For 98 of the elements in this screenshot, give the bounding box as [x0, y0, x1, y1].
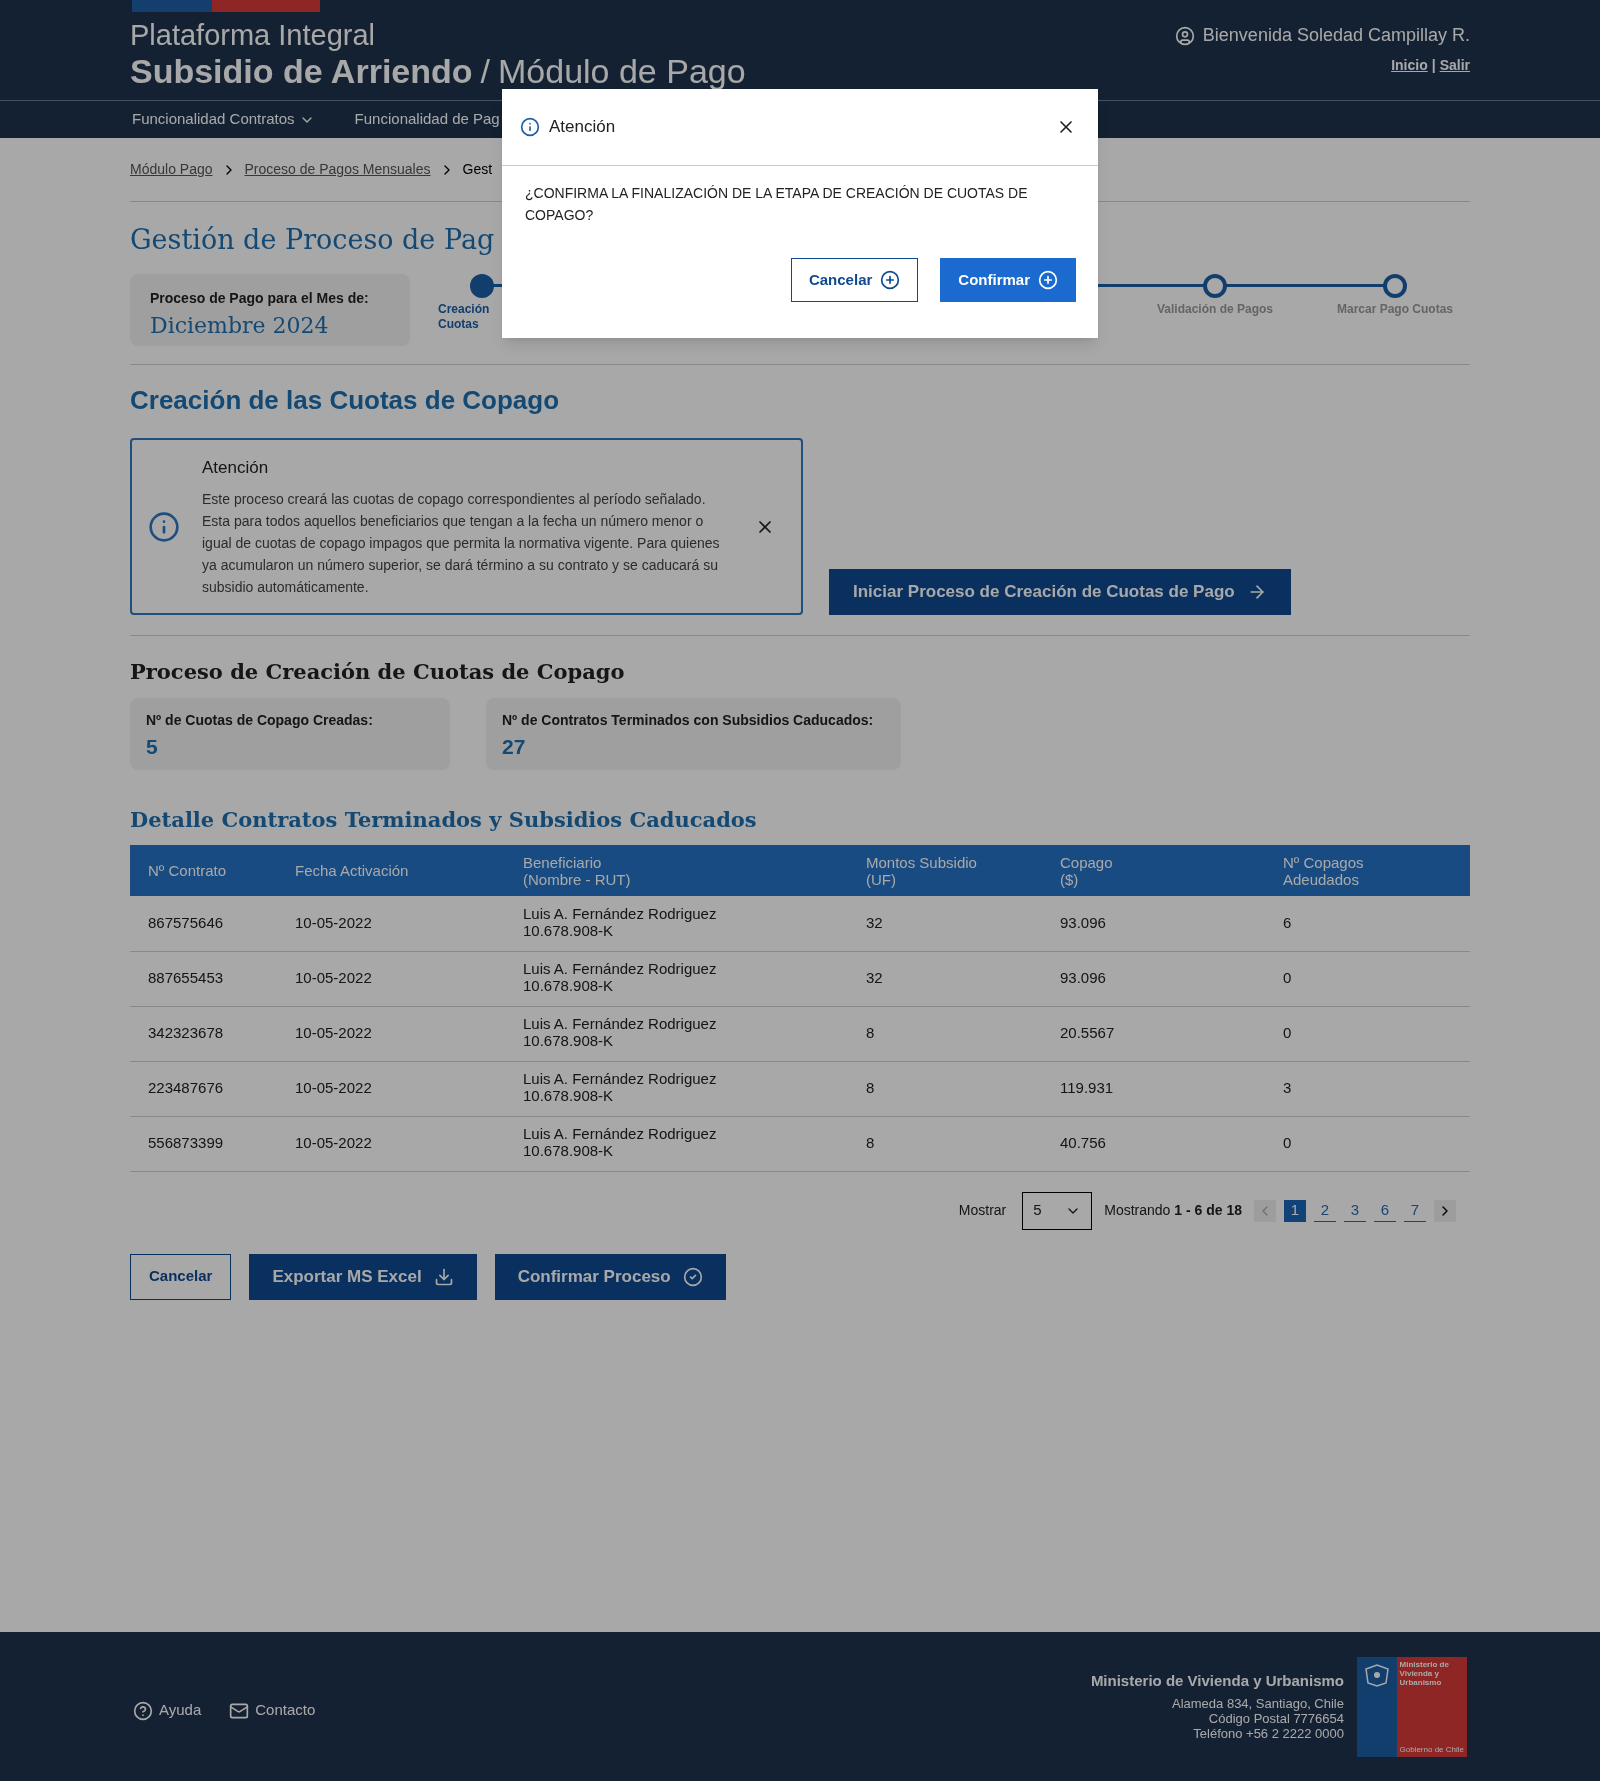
- table-cell: 10-05-2022: [295, 1134, 372, 1152]
- page-title: Gestión de Proceso de Pag: [130, 223, 496, 257]
- step-label: Validación de Pagos: [1156, 302, 1273, 317]
- help-icon: [133, 1700, 153, 1721]
- table-cell: 10-05-2022: [295, 1079, 372, 1097]
- app-title: Subsidio de Arriendo: [130, 52, 473, 90]
- download-icon: [433, 1266, 454, 1287]
- page-button[interactable]: 1: [1284, 1199, 1306, 1222]
- column-header: Nº Copagos Adeudados: [1283, 845, 1470, 896]
- nav-menu-item[interactable]: Funcionalidad de Pag: [354, 108, 500, 131]
- alert-message: Este proceso creará las cuotas de copago correspondientes al período señalado. Esta para todos aquellos beneficiarios que tengan a la fecha un número menor o igual de cuotas de copago impagos que permita la normativa vigente. Para quienes ya acumularon un número superior, se dará término a su contrato y se caducará su subsidio automáticamente.: [202, 490, 721, 598]
- process-heading: Proceso de Creación de Cuotas de Copago: [130, 658, 626, 686]
- show-label: Mostrar: [958, 1201, 1007, 1220]
- breadcrumb-current: Gest: [462, 160, 493, 179]
- table-cell: 119.931: [1060, 1079, 1114, 1097]
- table-cell: 10-05-2022: [295, 969, 372, 987]
- table-cell: 93.096: [1060, 914, 1106, 931]
- module-title: Módulo de Pago: [498, 52, 746, 90]
- table-cell: Luis A. Fernández Rodriguez 10.678.908-K: [523, 904, 717, 939]
- home-link[interactable]: Inicio: [1391, 55, 1428, 76]
- table-title: Detalle Contratos Terminados y Subsidios Caducados: [130, 805, 758, 834]
- plus-circle-icon: [1038, 270, 1058, 290]
- column-header: Copago ($): [1060, 845, 1283, 896]
- table-cell: Luis A. Fernández Rodriguez 10.678.908-K: [523, 1069, 717, 1104]
- table-cell: 10-05-2022: [295, 914, 372, 931]
- breadcrumb-link[interactable]: Proceso de Pagos Mensuales: [244, 159, 431, 180]
- table-cell: 0: [1283, 1134, 1292, 1152]
- address-line: Código Postal 7776654: [1208, 1710, 1344, 1726]
- table-cell: 556873399: [148, 1134, 224, 1152]
- step-label: Creación: [438, 302, 490, 317]
- table-cell: 32: [866, 969, 883, 987]
- platform-title: Plataforma Integral: [130, 18, 376, 52]
- plus-circle-icon: [880, 270, 901, 290]
- table-cell: 223487676: [148, 1079, 224, 1097]
- column-header: Fecha Activación: [295, 845, 523, 896]
- info-icon: [520, 117, 540, 137]
- month-value: Diciembre 2024: [150, 312, 330, 340]
- link-separator: |: [1431, 56, 1436, 75]
- stat-value: 5: [146, 733, 159, 760]
- dialog-message: ¿CONFIRMA LA FINALIZACIÓN DE LA ETAPA DE CREACIÓN DE CUOTAS DE COPAGO?: [524, 184, 1029, 225]
- user-icon: [1174, 25, 1195, 46]
- breadcrumb-link[interactable]: Módulo Pago: [130, 159, 213, 180]
- logo-text: Ministerio de Vivienda y Urbanismo: [1399, 1659, 1450, 1687]
- action-button[interactable]: Exportar MS Excel: [249, 1253, 477, 1300]
- table-cell: 32: [866, 914, 883, 931]
- column-header: Nº Contrato: [130, 845, 295, 896]
- action-button[interactable]: Cancelar: [130, 1253, 232, 1300]
- start-process-button[interactable]: Iniciar Proceso de Creación de Cuotas de Pago: [829, 569, 1291, 615]
- section-title: Creación de las Cuotas de Copago: [130, 384, 561, 417]
- step-label: Cuotas: [438, 317, 479, 332]
- footer-link[interactable]: Ayuda: [133, 1699, 202, 1722]
- stat-label: Nº de Cuotas de Copago Creadas:: [146, 710, 374, 730]
- month-label: Proceso de Pago para el Mes de:: [150, 289, 370, 308]
- table-cell: 8: [866, 1024, 875, 1042]
- dialog-button[interactable]: Cancelar: [790, 258, 919, 302]
- ministry-name: Ministerio de Vivienda y Urbanismo: [1090, 1672, 1344, 1688]
- nav-menu-item[interactable]: Funcionalidad Contratos: [132, 108, 315, 131]
- page-button[interactable]: 7: [1404, 1199, 1426, 1222]
- table-cell: 342323678: [148, 1024, 224, 1042]
- logo-caption: Gobierno de Chile: [1399, 1744, 1464, 1754]
- page-button[interactable]: 3: [1344, 1199, 1366, 1222]
- action-button[interactable]: Confirmar Proceso: [494, 1253, 726, 1300]
- table-cell: Luis A. Fernández Rodriguez 10.678.908-K: [523, 1124, 717, 1159]
- table-cell: 10-05-2022: [295, 1024, 372, 1042]
- welcome-text: Bienvenida Soledad Campillay R.: [1202, 24, 1470, 47]
- table-cell: 8: [866, 1134, 875, 1152]
- next-page-button[interactable]: [1434, 1199, 1456, 1222]
- column-header: Beneficiario (Nombre - RUT): [523, 845, 866, 896]
- address-line: Alameda 834, Santiago, Chile: [1172, 1695, 1344, 1711]
- page-size-select[interactable]: 5: [1022, 1191, 1093, 1230]
- table-cell: 6: [1283, 914, 1292, 931]
- page-button[interactable]: 2: [1314, 1199, 1336, 1222]
- table-cell: 3: [1283, 1079, 1292, 1097]
- table-cell: 20.5567: [1060, 1024, 1115, 1042]
- alert-title: Atención: [202, 456, 270, 479]
- dialog-button[interactable]: Confirmar: [940, 258, 1076, 302]
- page-button[interactable]: 6: [1374, 1199, 1396, 1222]
- table-cell: Luis A. Fernández Rodriguez 10.678.908-K: [523, 959, 717, 994]
- table-cell: 8: [866, 1079, 875, 1097]
- logout-link[interactable]: Salir: [1439, 55, 1470, 76]
- footer-link[interactable]: Contacto: [229, 1699, 316, 1722]
- title-separator: /: [480, 52, 490, 90]
- table-cell: 93.096: [1060, 969, 1106, 987]
- table-cell: 887655453: [148, 969, 224, 987]
- column-header: Montos Subsidio (UF): [866, 845, 1060, 896]
- table-cell: 40.756: [1060, 1134, 1106, 1152]
- stat-label: Nº de Contratos Terminados con Subsidios Caducados:: [502, 710, 875, 730]
- table-cell: Luis A. Fernández Rodriguez 10.678.908-K: [523, 1014, 717, 1049]
- step-label: Marcar Pago Cuotas: [1336, 302, 1453, 317]
- dialog-title: Atención: [549, 116, 616, 139]
- table-cell: 0: [1283, 969, 1292, 987]
- address-line: Teléfono +56 2 2222 0000: [1193, 1725, 1344, 1741]
- table-cell: 0: [1283, 1024, 1292, 1042]
- info-icon: [148, 510, 180, 543]
- table-cell: 867575646: [148, 914, 224, 931]
- check-circle-icon: [682, 1266, 703, 1287]
- stat-value: 27: [502, 733, 527, 760]
- results-summary: Mostrando 1 - 6 de 18: [1104, 1201, 1242, 1220]
